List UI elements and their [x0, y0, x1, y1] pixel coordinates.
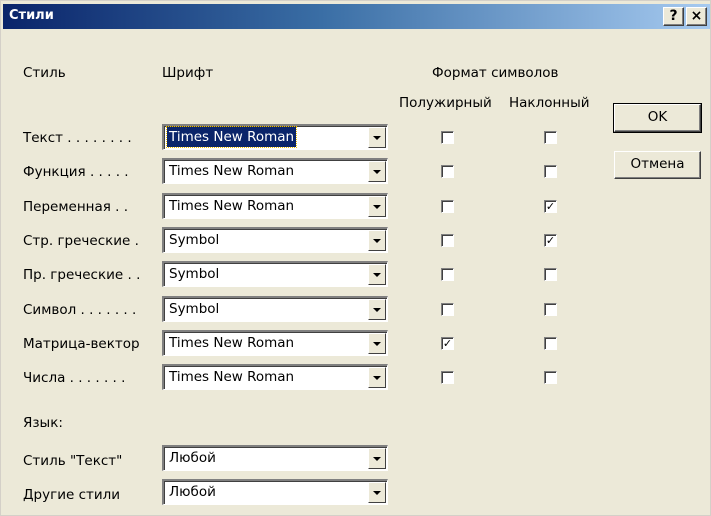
chevron-down-icon[interactable] [368, 127, 386, 148]
font-dropdown-value: Times New Roman [165, 126, 298, 148]
font-dropdown[interactable]: Symbol [162, 261, 388, 287]
font-dropdown-value: Symbol [169, 266, 220, 282]
chevron-down-icon[interactable] [368, 161, 386, 182]
cancel-button[interactable]: Отмена [614, 151, 701, 179]
chevron-down-icon[interactable] [368, 299, 386, 320]
bold-checkbox[interactable] [441, 200, 454, 213]
styles-dialog: Стили ? × Стиль Шрифт Формат символов По… [0, 0, 711, 516]
other-styles-language-value: Любой [169, 484, 216, 500]
chevron-down-icon[interactable] [368, 230, 386, 251]
italic-checkbox[interactable] [544, 165, 557, 178]
char-format-header: Формат символов [432, 65, 559, 81]
bold-checkbox[interactable]: ✓ [441, 337, 454, 350]
window-title: Стили [9, 8, 54, 23]
font-dropdown[interactable]: Times New Roman [162, 124, 388, 150]
italic-checkbox[interactable] [544, 337, 557, 350]
style-row-label: Матрица-вектор [23, 336, 140, 352]
language-heading: Язык: [23, 415, 63, 431]
font-dropdown-value: Times New Roman [169, 369, 295, 385]
chevron-down-icon[interactable] [368, 482, 386, 503]
font-dropdown[interactable]: Symbol [162, 296, 388, 322]
text-style-language-value: Любой [169, 450, 216, 466]
italic-column-header: Наклонный [509, 95, 590, 111]
bold-checkbox[interactable] [441, 371, 454, 384]
style-row-label: Стр. греческие . [23, 233, 139, 249]
chevron-down-icon[interactable] [368, 367, 386, 388]
font-dropdown[interactable]: Symbol [162, 227, 388, 253]
italic-checkbox[interactable]: ✓ [544, 234, 557, 247]
bold-checkbox[interactable] [441, 165, 454, 178]
chevron-down-icon[interactable] [368, 333, 386, 354]
chevron-down-icon[interactable] [368, 448, 386, 469]
style-row-label: Числа . . . . . . . [23, 370, 126, 386]
style-row-label: Функция . . . . . [23, 164, 129, 180]
font-dropdown[interactable]: Times New Roman [162, 193, 388, 219]
italic-checkbox[interactable] [544, 131, 557, 144]
bold-checkbox[interactable] [441, 268, 454, 281]
style-column-header: Стиль [23, 65, 66, 81]
font-dropdown[interactable]: Times New Roman [162, 330, 388, 356]
bold-checkbox[interactable] [441, 234, 454, 247]
chevron-down-icon[interactable] [368, 196, 386, 217]
close-button[interactable]: × [686, 7, 707, 26]
italic-checkbox[interactable]: ✓ [544, 200, 557, 213]
text-style-language-dropdown[interactable]: Любой [162, 445, 388, 471]
font-dropdown-value: Times New Roman [169, 198, 295, 214]
font-dropdown-value: Symbol [169, 232, 220, 248]
bold-column-header: Полужирный [399, 95, 492, 111]
italic-checkbox[interactable] [544, 371, 557, 384]
font-dropdown-value: Times New Roman [169, 335, 295, 351]
font-column-header: Шрифт [162, 65, 214, 81]
help-button[interactable]: ? [663, 7, 684, 26]
italic-checkbox[interactable] [544, 303, 557, 316]
other-styles-language-label: Другие стили [23, 487, 121, 503]
font-dropdown[interactable]: Times New Roman [162, 158, 388, 184]
font-dropdown[interactable]: Times New Roman [162, 364, 388, 390]
ok-button[interactable]: OK [613, 103, 702, 133]
title-bar[interactable]: Стили ? × [3, 4, 710, 29]
italic-checkbox[interactable] [544, 268, 557, 281]
bold-checkbox[interactable] [441, 131, 454, 144]
font-dropdown-value: Symbol [169, 301, 220, 317]
other-styles-language-dropdown[interactable]: Любой [162, 479, 388, 505]
style-row-label: Переменная . . [23, 199, 129, 215]
font-dropdown-value: Times New Roman [169, 163, 295, 179]
bold-checkbox[interactable] [441, 303, 454, 316]
chevron-down-icon[interactable] [368, 264, 386, 285]
style-row-label: Пр. греческие . . [23, 267, 141, 283]
text-style-language-label: Стиль "Текст" [23, 453, 123, 469]
style-row-label: Символ . . . . . . . [23, 302, 137, 318]
style-row-label: Текст . . . . . . . . [23, 130, 132, 146]
